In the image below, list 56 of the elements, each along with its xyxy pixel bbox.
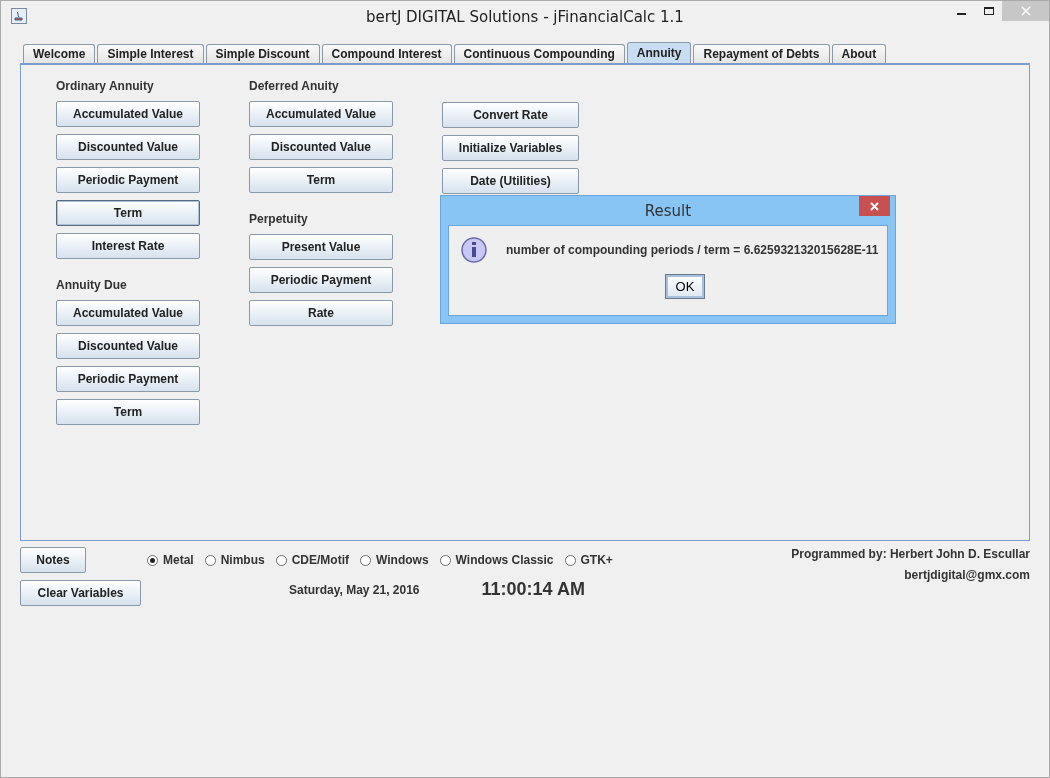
info-icon (460, 236, 488, 264)
radio-button[interactable] (204, 554, 216, 566)
section-heading: Ordinary Annuity (56, 79, 155, 93)
clear-variables-button[interactable]: Clear Variables (20, 580, 141, 606)
tab[interactable]: Simple Discount (205, 44, 320, 63)
app-icon (11, 8, 27, 24)
look-and-feel-option[interactable]: Nimbus (204, 553, 265, 567)
close-button[interactable] (859, 196, 890, 216)
action-button[interactable]: Accumulated Value (56, 300, 200, 326)
action-button[interactable]: Accumulated Value (249, 101, 393, 127)
action-button[interactable]: Term (56, 399, 200, 425)
section-heading: Annuity Due (56, 278, 128, 292)
tab[interactable]: Continuous Compounding (453, 44, 625, 63)
action-button[interactable]: Periodic Payment (56, 366, 200, 392)
section-heading: Perpetuity (249, 212, 309, 226)
action-button[interactable]: Term (249, 167, 393, 193)
result-message: number of compounding periods / term = 6.625932132015628E-11 (506, 243, 879, 257)
radio-button[interactable] (360, 554, 372, 566)
look-and-feel-option[interactable]: CDE/Motif (275, 553, 350, 567)
tab[interactable]: Annuity (626, 42, 692, 63)
action-button[interactable]: Interest Rate (56, 233, 200, 259)
radio-button[interactable] (564, 554, 576, 566)
action-button[interactable]: Discounted Value (249, 134, 393, 160)
action-button[interactable]: Term (56, 200, 200, 226)
action-button[interactable]: Periodic Payment (249, 267, 393, 293)
look-and-feel-option[interactable]: GTK+ (564, 553, 613, 567)
radio-button[interactable] (439, 554, 451, 566)
window-title: bertJ DIGITAL Solutions - jFinancialCalc 1.1 (366, 7, 684, 26)
action-button[interactable]: Accumulated Value (56, 101, 200, 127)
close-icon (870, 201, 879, 211)
clock-label: 11:00:14 AM (481, 579, 585, 600)
tab[interactable]: Welcome (23, 44, 96, 63)
notes-button[interactable]: Notes (20, 547, 86, 573)
look-and-feel-option[interactable]: Metal (147, 553, 194, 567)
action-button[interactable]: Discounted Value (56, 134, 200, 160)
radio-button[interactable] (275, 554, 287, 566)
tab[interactable]: Simple Interest (97, 44, 204, 63)
section-heading: Deferred Anuity (249, 79, 340, 93)
tab[interactable]: Repayment of Debts (693, 44, 830, 63)
email-label: bertjdigital@gmx.com (904, 568, 1030, 582)
date-label: Saturday, May 21, 2016 (289, 582, 420, 597)
action-button[interactable]: Convert Rate (442, 102, 579, 128)
dialog-title: Result (644, 201, 692, 220)
look-and-feel-option[interactable]: Windows Classic (439, 553, 554, 567)
tab[interactable]: About (831, 44, 887, 63)
action-button[interactable]: Discounted Value (56, 333, 200, 359)
author-label: Programmed by: Herbert John D. Escullar (791, 547, 1030, 561)
action-button[interactable]: Present Value (249, 234, 393, 260)
ok-button[interactable]: OK (665, 274, 705, 299)
action-button[interactable]: Initialize Variables (442, 135, 579, 161)
action-button[interactable]: Rate (249, 300, 393, 326)
action-button[interactable]: Date (Utilities) (442, 168, 579, 194)
look-and-feel-option[interactable]: Windows (360, 553, 429, 567)
tab[interactable]: Compound Interest (321, 44, 452, 63)
radio-button[interactable] (147, 554, 158, 566)
action-button[interactable]: Periodic Payment (56, 167, 200, 193)
